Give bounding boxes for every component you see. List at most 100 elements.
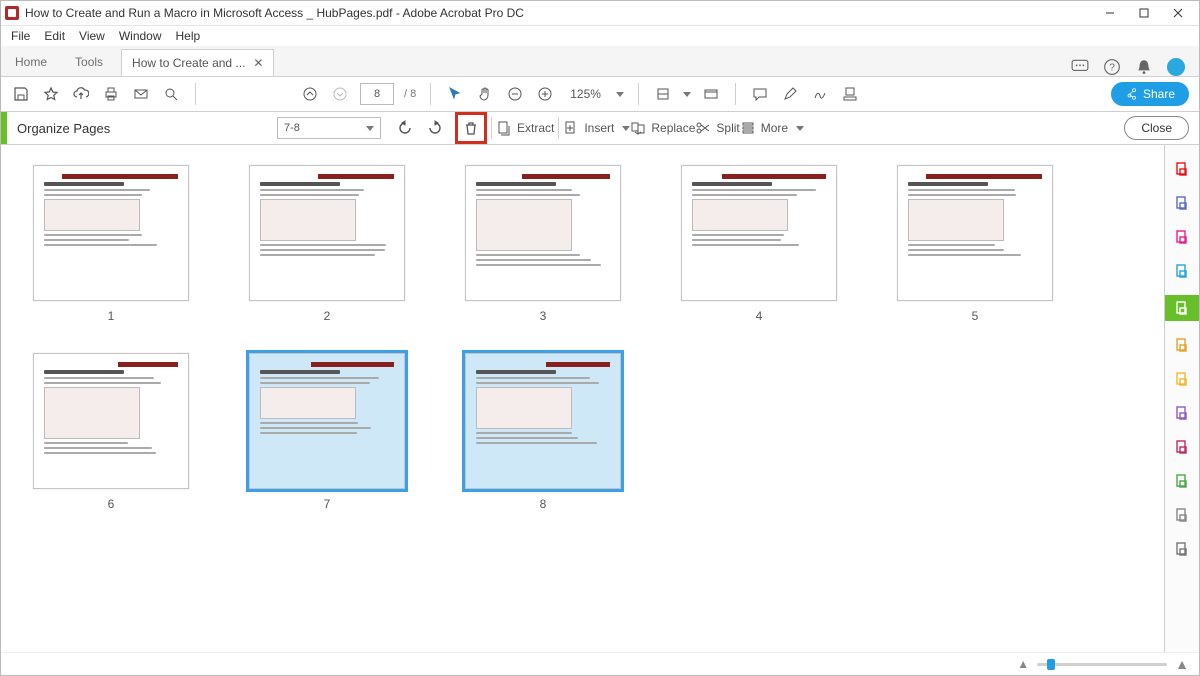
menu-help[interactable]: Help [176, 29, 201, 43]
main-toolbar: / 8 125% Share [1, 77, 1199, 112]
pointer-icon[interactable] [445, 84, 465, 104]
menu-edit[interactable]: Edit [44, 29, 65, 43]
replace-button[interactable]: Replace [630, 120, 695, 136]
slider-thumb[interactable] [1047, 659, 1055, 670]
page-thumbnail[interactable]: 4 [679, 165, 839, 323]
page-thumbnail[interactable]: 7 [247, 353, 407, 511]
page-number-label: 7 [324, 497, 331, 511]
account-icon[interactable] [1167, 58, 1185, 76]
page-number-label: 6 [108, 497, 115, 511]
insert-button[interactable]: Insert [563, 120, 630, 136]
zoom-out-icon[interactable] [505, 84, 525, 104]
highlight-icon[interactable] [780, 84, 800, 104]
minimize-button[interactable] [1093, 2, 1127, 24]
maximize-button[interactable] [1127, 2, 1161, 24]
comment-icon[interactable] [750, 84, 770, 104]
menu-file[interactable]: File [11, 29, 30, 43]
create-pdf-icon[interactable] [1172, 159, 1192, 179]
chevron-down-icon [366, 126, 374, 131]
stamp-icon[interactable] [840, 84, 860, 104]
redact-icon[interactable] [1172, 335, 1192, 355]
sign-icon[interactable] [1172, 403, 1192, 423]
protect-icon[interactable] [1172, 505, 1192, 525]
small-thumb-icon[interactable]: ▲ [1017, 657, 1029, 671]
menu-view[interactable]: View [79, 29, 105, 43]
tab-close-icon[interactable]: ✕ [253, 56, 263, 70]
page-thumbnail[interactable]: 5 [895, 165, 1055, 323]
measure-icon[interactable] [1172, 437, 1192, 457]
star-icon[interactable] [41, 84, 61, 104]
page-thumbnail[interactable]: 6 [31, 353, 191, 511]
close-button[interactable]: Close [1124, 116, 1189, 140]
large-thumb-icon[interactable]: ▲ [1175, 656, 1189, 672]
share-label: Share [1143, 87, 1175, 101]
page-up-icon[interactable] [300, 84, 320, 104]
page-preview [465, 165, 621, 301]
menu-bar: File Edit View Window Help [1, 26, 1199, 46]
page-number-label: 1 [108, 309, 115, 323]
chevron-down-icon [796, 126, 804, 131]
page-thumbnail[interactable]: 3 [463, 165, 623, 323]
page-number-label: 8 [540, 497, 547, 511]
rotate-right-icon[interactable] [425, 118, 445, 138]
bell-icon[interactable] [1135, 58, 1153, 76]
page-number-input[interactable] [360, 83, 394, 105]
page-preview [681, 165, 837, 301]
page-down-icon[interactable] [330, 84, 350, 104]
tab-tools[interactable]: Tools [61, 48, 117, 76]
page-range-dropdown[interactable]: 7-8 [277, 117, 381, 139]
tab-document[interactable]: How to Create and ... ✕ [121, 49, 274, 76]
thumbnail-zoom-slider[interactable] [1037, 663, 1167, 666]
read-mode-icon[interactable] [701, 84, 721, 104]
page-thumbnail[interactable]: 1 [31, 165, 191, 323]
organize-icon[interactable] [1165, 295, 1199, 321]
print-icon[interactable] [101, 84, 121, 104]
cloud-up-icon[interactable] [71, 84, 91, 104]
chevron-down-icon [622, 126, 630, 131]
extract-button[interactable]: Extract [496, 120, 554, 136]
page-number-label: 2 [324, 309, 331, 323]
zoom-dropdown-icon[interactable] [616, 92, 624, 97]
more-tools-icon[interactable] [1172, 539, 1192, 559]
fit-dropdown-icon[interactable] [683, 92, 691, 97]
page-preview [33, 353, 189, 489]
delete-icon[interactable] [461, 118, 481, 138]
combine-icon[interactable] [1172, 261, 1192, 281]
save-icon[interactable] [11, 84, 31, 104]
search-icon[interactable] [161, 84, 181, 104]
sign-icon[interactable] [810, 84, 830, 104]
page-preview [897, 165, 1053, 301]
page-preview [249, 353, 405, 489]
send-icon[interactable] [1172, 471, 1192, 491]
split-button[interactable]: Split [695, 120, 739, 136]
close-window-button[interactable] [1161, 2, 1195, 24]
chat-icon[interactable] [1071, 58, 1089, 76]
rotate-left-icon[interactable] [395, 118, 415, 138]
mail-icon[interactable] [131, 84, 151, 104]
menu-window[interactable]: Window [119, 29, 162, 43]
right-tools-panel [1164, 145, 1199, 652]
tab-strip: Home Tools How to Create and ... ✕ ? [1, 46, 1199, 77]
zoom-in-icon[interactable] [535, 84, 555, 104]
svg-text:?: ? [1109, 62, 1115, 73]
share-button[interactable]: Share [1111, 82, 1189, 106]
edit-pdf-icon[interactable] [1172, 193, 1192, 213]
comment-icon[interactable] [1172, 369, 1192, 389]
help-icon[interactable]: ? [1103, 58, 1121, 76]
body: 1 2 3 4 5 6 7 8 [1, 145, 1199, 652]
page-thumbnail[interactable]: 2 [247, 165, 407, 323]
export-pdf-icon[interactable] [1172, 227, 1192, 247]
title-bar: How to Create and Run a Macro in Microso… [1, 1, 1199, 26]
quick-icons: ? [1057, 58, 1199, 76]
more-button[interactable]: More [740, 120, 804, 136]
thumbnail-zoom-row: ▲ ▲ [1, 652, 1199, 675]
page-preview [465, 353, 621, 489]
zoom-value[interactable]: 125% [565, 86, 606, 102]
tab-home[interactable]: Home [1, 48, 61, 76]
window-title: How to Create and Run a Macro in Microso… [25, 6, 1093, 20]
page-thumbnail[interactable]: 8 [463, 353, 623, 511]
hand-icon[interactable] [475, 84, 495, 104]
page-number-label: 5 [972, 309, 979, 323]
page-number-label: 3 [540, 309, 547, 323]
fit-width-icon[interactable] [653, 84, 673, 104]
